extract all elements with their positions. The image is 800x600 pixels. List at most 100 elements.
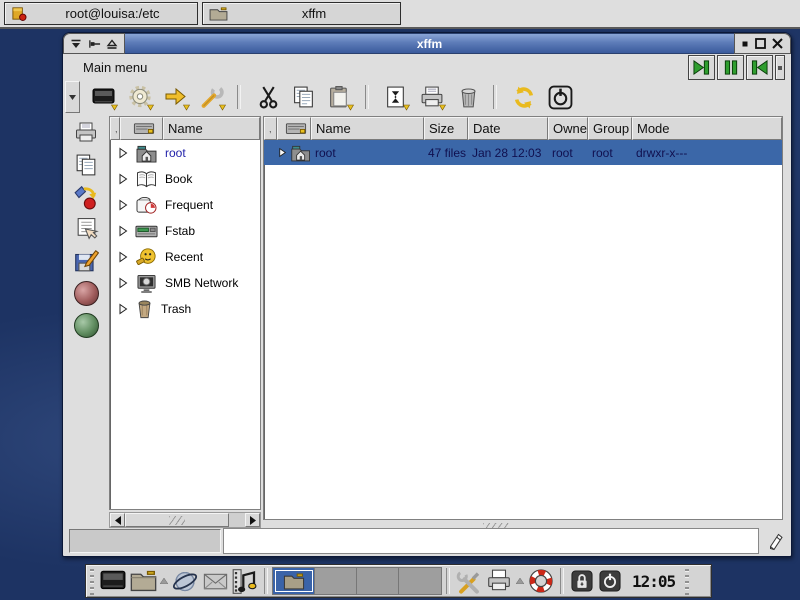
launcher-mail[interactable]: [200, 566, 230, 596]
expander-icon[interactable]: [118, 303, 128, 315]
workspace-1[interactable]: [273, 568, 315, 594]
launcher-terminal[interactable]: [98, 566, 128, 596]
window-menu-icon[interactable]: [70, 39, 82, 49]
clock[interactable]: 12:05: [632, 572, 675, 591]
tree-item-fstab[interactable]: Fstab: [110, 218, 260, 244]
expander-icon[interactable]: [118, 173, 128, 185]
main-menu[interactable]: Main menu: [73, 58, 157, 77]
tree-item-label[interactable]: Book: [165, 172, 192, 186]
launcher-tools[interactable]: [454, 566, 484, 596]
home-folder-icon: [135, 144, 158, 163]
scrollbar-track[interactable]: [229, 513, 245, 527]
skip-forward-button[interactable]: [688, 55, 715, 80]
workspace-3[interactable]: [357, 568, 399, 594]
tree-item-recent[interactable]: Recent: [110, 244, 260, 270]
expander-icon[interactable]: [118, 147, 128, 159]
toolbar-collapse-button[interactable]: [65, 81, 80, 113]
minimize-icon[interactable]: [742, 41, 748, 47]
stick-pin-icon[interactable]: [88, 39, 101, 49]
eraser-icon: [766, 531, 786, 551]
tree-icon-header-cell[interactable]: [120, 117, 163, 140]
column-header-owner[interactable]: Owner: [548, 117, 588, 140]
paste-button[interactable]: [325, 82, 355, 112]
column-header-size[interactable]: Size: [424, 117, 468, 140]
more-button[interactable]: [775, 55, 785, 80]
terminal-button[interactable]: [89, 82, 119, 112]
tree-item-label[interactable]: Frequent: [165, 198, 213, 212]
tree-item-trash[interactable]: Trash: [110, 296, 260, 322]
cut-button[interactable]: [253, 82, 283, 112]
quit-button[interactable]: [545, 82, 575, 112]
panel-grip-right[interactable]: [683, 567, 691, 595]
side-green-sphere-button[interactable]: [72, 312, 100, 338]
side-print-button[interactable]: [72, 120, 100, 146]
scrollbar-thumb[interactable]: [125, 513, 229, 527]
window-title[interactable]: xffm: [125, 33, 734, 54]
maximize-icon[interactable]: [755, 38, 766, 49]
pause-button[interactable]: [717, 55, 744, 80]
process-document-button[interactable]: [381, 82, 411, 112]
column-header-mode[interactable]: Mode: [632, 117, 782, 140]
expander-icon[interactable]: [118, 251, 128, 263]
folder-icon: [209, 6, 228, 21]
skip-back-button[interactable]: [746, 55, 773, 80]
tree-item-label[interactable]: SMB Network: [165, 276, 238, 290]
expander-icon[interactable]: [278, 147, 287, 158]
clear-entry-button[interactable]: [763, 528, 789, 554]
close-icon[interactable]: [772, 38, 783, 49]
shade-icon[interactable]: [106, 39, 118, 49]
file-icon-header-cell[interactable]: [277, 117, 311, 140]
column-header-date[interactable]: Date: [468, 117, 548, 140]
file-sort-header-cell[interactable]: ,: [264, 117, 277, 140]
side-open-document-button[interactable]: [72, 216, 100, 242]
tree-horizontal-scrollbar[interactable]: [109, 512, 261, 528]
workspace-2[interactable]: [315, 568, 357, 594]
expander-icon[interactable]: [118, 225, 128, 237]
file-cell-name[interactable]: root: [311, 146, 424, 160]
expander-icon[interactable]: [118, 277, 128, 289]
launcher-print[interactable]: [484, 566, 514, 596]
location-entry[interactable]: [223, 528, 759, 554]
task-button-xffm[interactable]: xffm: [202, 2, 401, 25]
scroll-left-arrow[interactable]: [110, 513, 125, 527]
print-button[interactable]: [417, 82, 447, 112]
side-save-button[interactable]: [72, 248, 100, 274]
task-button-terminal[interactable]: root@louisa:/etc: [4, 2, 198, 25]
panel-grip-left[interactable]: [88, 567, 96, 595]
tree-item-book[interactable]: Book: [110, 166, 260, 192]
main-area: , Name root Book: [63, 114, 791, 530]
print-menu-arrow[interactable]: [516, 578, 524, 584]
tree-sort-header-cell[interactable]: ,: [110, 117, 120, 140]
side-duplicate-button[interactable]: [72, 152, 100, 178]
tools-button[interactable]: [197, 82, 227, 112]
tree-item-frequent[interactable]: Frequent: [110, 192, 260, 218]
launcher-help[interactable]: [526, 566, 556, 596]
launcher-multimedia[interactable]: [230, 566, 260, 596]
side-sync-button[interactable]: [72, 184, 100, 210]
settings-button[interactable]: [125, 82, 155, 112]
goto-button[interactable]: [161, 82, 191, 112]
launcher-file-manager[interactable]: [128, 566, 158, 596]
tree-item-label[interactable]: Recent: [165, 250, 203, 264]
scroll-right-arrow[interactable]: [245, 513, 260, 527]
side-red-sphere-button[interactable]: [72, 280, 100, 306]
trash-button[interactable]: [453, 82, 483, 112]
tree-name-header[interactable]: Name: [163, 117, 260, 140]
tree-item-label[interactable]: Trash: [161, 302, 191, 316]
column-header-name[interactable]: Name: [311, 117, 424, 140]
tree-item-label[interactable]: Fstab: [165, 224, 195, 238]
copy-button[interactable]: [289, 82, 319, 112]
column-header-group[interactable]: Group: [588, 117, 632, 140]
tree-item-smb-network[interactable]: SMB Network: [110, 270, 260, 296]
tree-item-root[interactable]: root: [110, 140, 260, 166]
refresh-button[interactable]: [509, 82, 539, 112]
smb-monitor-icon: [135, 274, 158, 293]
workspace-4[interactable]: [399, 568, 441, 594]
file-row-root[interactable]: root 47 files Jan 28 12:03 root root drw…: [264, 140, 782, 165]
expander-icon[interactable]: [118, 199, 128, 211]
shutdown-button[interactable]: [599, 570, 621, 592]
tree-item-label[interactable]: root: [165, 146, 186, 160]
lock-screen-button[interactable]: [571, 570, 593, 592]
launcher-web-browser[interactable]: [170, 566, 200, 596]
launcher-menu-arrow[interactable]: [160, 578, 168, 584]
